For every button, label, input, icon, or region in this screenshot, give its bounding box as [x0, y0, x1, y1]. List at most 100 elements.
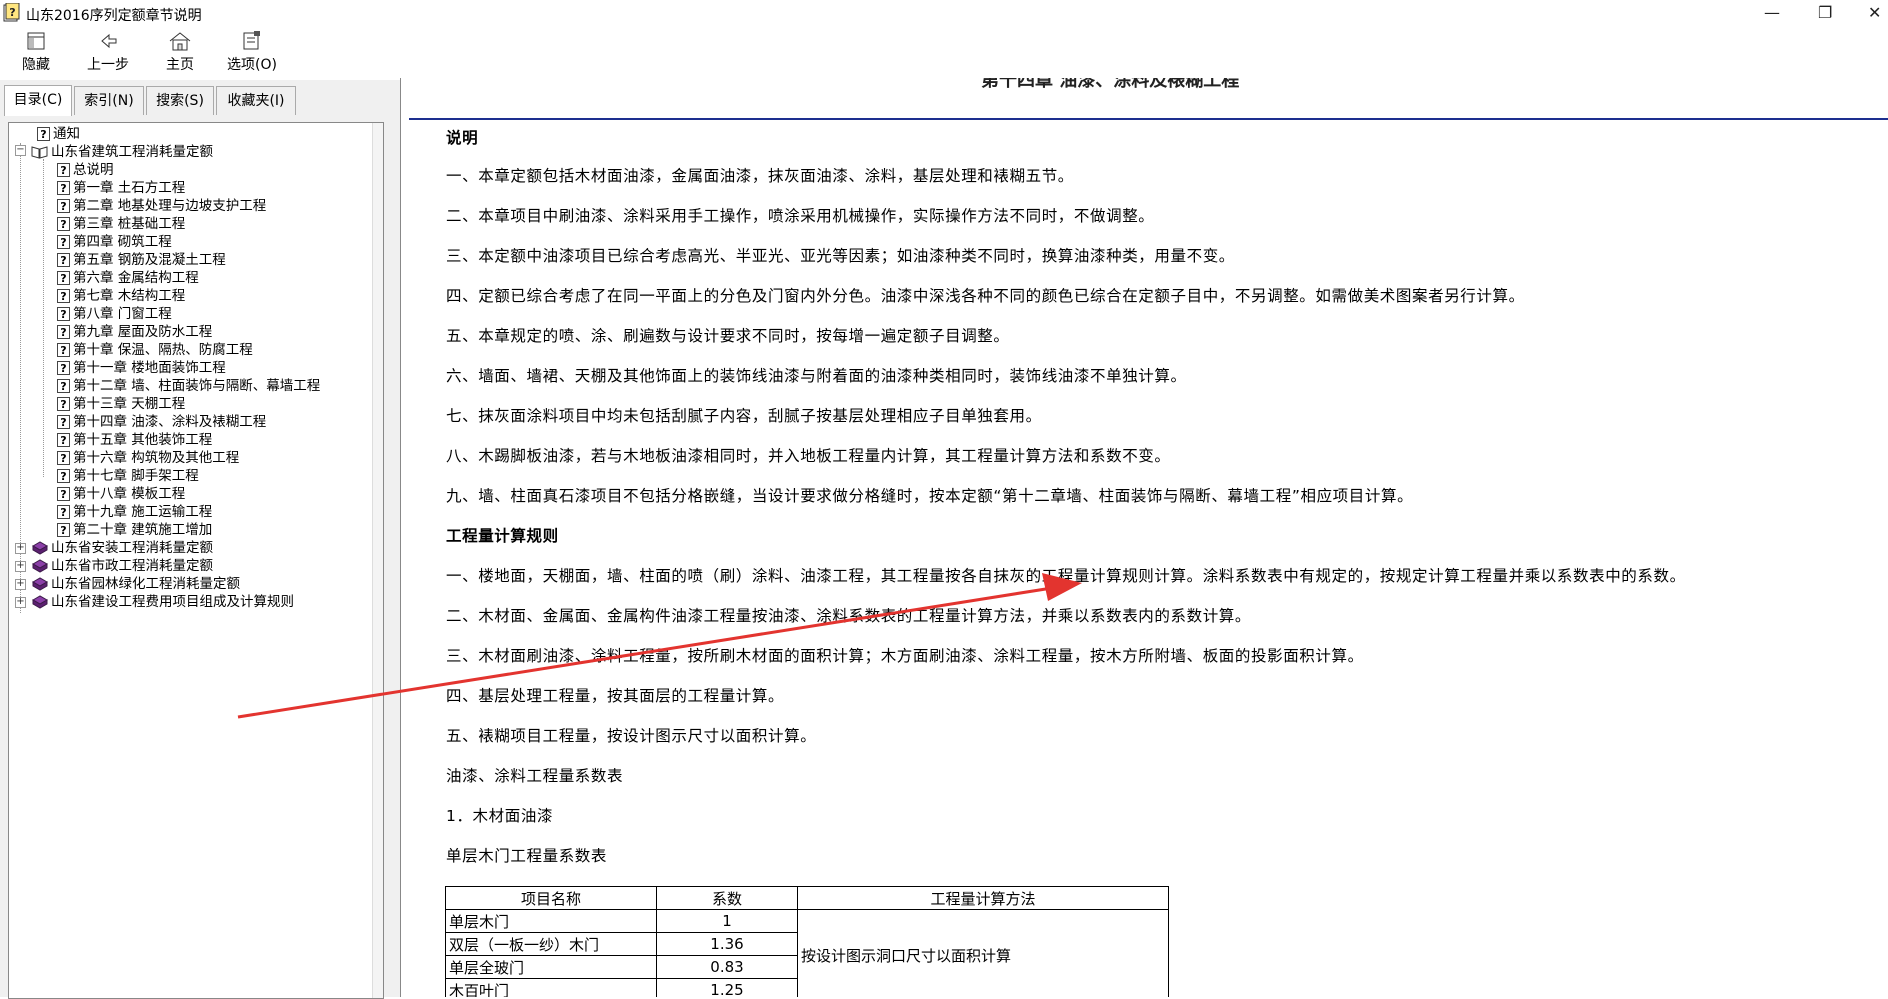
- tree-item-municipal-root[interactable]: 山东省市政工程消耗量定额: [31, 557, 213, 575]
- home-icon: [169, 32, 191, 51]
- tree-item-chapter[interactable]: ? 第二章 地基处理与边坡支护工程: [57, 197, 266, 215]
- tree-item-chapter[interactable]: ? 第八章 门窗工程: [57, 305, 172, 323]
- tree-item-cost-root[interactable]: 山东省建设工程费用项目组成及计算规则: [31, 593, 294, 611]
- rule-paragraph: 三、木材面刷油漆、涂料工程量，按所刷木材面的面积计算；木方面刷油漆、涂料工程量，…: [446, 647, 1364, 665]
- tree-item-chapter[interactable]: ? 第三章 桩基础工程: [57, 215, 185, 233]
- table-cell-coef: 1.36: [656, 932, 798, 956]
- tree-scrollbar[interactable]: [372, 123, 383, 998]
- tree-item-chapter[interactable]: ? 第十七章 脚手架工程: [57, 467, 199, 485]
- table-cell-method: 按设计图示洞口尺寸以面积计算: [797, 909, 1169, 997]
- tab-index[interactable]: 索引(N): [74, 86, 144, 115]
- table-caption: 单层木门工程量系数表: [446, 847, 608, 865]
- document-view[interactable]: 第十四章 油漆、涂料及裱糊工程 说明 一、本章定额包括木材面油漆，金属面油漆，抹…: [400, 78, 1888, 997]
- table-cell-name: 单层全玻门: [445, 955, 657, 979]
- tree-item-chapter[interactable]: ? 第十二章 墙、柱面装饰与隔断、幕墙工程: [57, 377, 320, 395]
- expand-icon[interactable]: +: [15, 597, 26, 608]
- collapse-icon[interactable]: −: [15, 145, 26, 156]
- table-cell-coef: 1: [656, 909, 798, 933]
- explain-paragraph: 八、木踢脚板油漆，若与木地板油漆相同时，并入地板工程量内计算，其工程量计算方法和…: [446, 447, 1171, 465]
- explain-paragraph: 二、本章项目中刷油漆、涂料采用手工操作，喷涂采用机械操作，实际操作方法不同时，不…: [446, 207, 1155, 225]
- tree-item-chapter[interactable]: ? 第六章 金属结构工程: [57, 269, 199, 287]
- help-page-icon: ?: [57, 217, 70, 231]
- tree-item-chapter[interactable]: ? 第十四章 油漆、涂料及裱糊工程: [57, 413, 266, 431]
- window-title: 山东2016序列定额章节说明: [26, 8, 202, 24]
- tree-item-chapter[interactable]: ? 第十一章 楼地面装饰工程: [57, 359, 226, 377]
- tree-item-chapter[interactable]: ? 第四章 砌筑工程: [57, 233, 172, 251]
- explain-paragraph: 五、本章规定的喷、涂、刷遍数与设计要求不同时，按每增一遍定额子目调整。: [446, 327, 1010, 345]
- help-page-icon: ?: [57, 253, 70, 267]
- subsection-title: 1．木材面油漆: [446, 807, 554, 825]
- explain-paragraph: 三、本定额中油漆项目已综合考虑高光、半亚光、亚光等因素；如油漆种类不同时，换算油…: [446, 247, 1235, 265]
- closed-book-icon: [31, 541, 48, 555]
- tree-item-chapter[interactable]: ? 第十三章 天棚工程: [57, 395, 185, 413]
- tree-item-chapter[interactable]: ? 第十章 保温、隔热、防腐工程: [57, 341, 253, 359]
- help-page-icon: ?: [57, 181, 70, 195]
- section-heading: 说明: [446, 129, 479, 147]
- help-page-icon: ?: [57, 433, 70, 447]
- help-page-icon: ?: [57, 397, 70, 411]
- table-header-cell: 系数: [656, 886, 798, 910]
- explain-paragraph: 六、墙面、墙裙、天棚及其他饰面上的装饰线油漆与附着面的油漆种类相同时，装饰线油漆…: [446, 367, 1187, 385]
- help-page-icon: ?: [57, 235, 70, 249]
- closed-book-icon: [31, 559, 48, 573]
- tree-item-chapter[interactable]: ? 第十九章 施工运输工程: [57, 503, 212, 521]
- restore-button[interactable]: ❐: [1818, 4, 1832, 22]
- tab-favorites[interactable]: 收藏夹(I): [216, 86, 296, 115]
- hide-label: 隐藏: [22, 57, 50, 73]
- table-header-cell: 项目名称: [445, 886, 657, 910]
- title-divider: [409, 118, 1888, 120]
- contents-tree[interactable]: ? 通知 − 山东省建筑工程消耗量定额 ? 总说明 ? 第一章 土石方工程 ? 第二章 …: [8, 122, 384, 999]
- table-cell-name: 单层木门: [445, 909, 657, 933]
- table-cell-name: 双层（一板一纱）木门: [445, 932, 657, 956]
- rule-paragraph: 四、基层处理工程量，按其面层的工程量计算。: [446, 687, 785, 705]
- open-book-icon: [31, 146, 48, 159]
- expand-icon[interactable]: +: [15, 561, 26, 572]
- tab-search[interactable]: 搜索(S): [146, 86, 214, 115]
- tree-item-chapter[interactable]: ? 第九章 屋面及防水工程: [57, 323, 212, 341]
- back-button[interactable]: 上一步: [82, 28, 134, 76]
- minimize-button[interactable]: —: [1764, 4, 1780, 22]
- help-page-icon: ?: [57, 325, 70, 339]
- tree-item-chapter[interactable]: ? 第十六章 构筑物及其他工程: [57, 449, 239, 467]
- options-label: 选项(O): [227, 57, 277, 73]
- tree-item-install-root[interactable]: 山东省安装工程消耗量定额: [31, 539, 213, 557]
- close-button[interactable]: ✕: [1868, 4, 1881, 22]
- help-page-icon: ?: [57, 307, 70, 321]
- table-header-row: 项目名称 系数 工程量计算方法: [445, 886, 1169, 910]
- expand-icon[interactable]: +: [15, 543, 26, 554]
- explain-paragraph: 一、本章定额包括木材面油漆，金属面油漆，抹灰面油漆、涂料，基层处理和裱糊五节。: [446, 167, 1074, 185]
- rule-paragraph: 一、楼地面，天棚面，墙、柱面的喷（刷）涂料、油漆工程，其工程量按各自抹灰的工程量…: [446, 567, 1686, 585]
- help-page-icon: ?: [57, 451, 70, 465]
- rule-paragraph: 二、木材面、金属面、金属构件油漆工程量按油漆、涂料系数表的工程量计算方法，并乘以…: [446, 607, 1252, 625]
- tree-item-chapter[interactable]: ? 第二十章 建筑施工增加: [57, 521, 212, 539]
- back-arrow-icon: [101, 33, 117, 49]
- tree-item-chapter[interactable]: ? 第一章 土石方工程: [57, 179, 185, 197]
- coef-table-heading: 油漆、涂料工程量系数表: [446, 767, 624, 785]
- table-cell-coef: 1.25: [656, 978, 798, 997]
- help-page-icon: ?: [37, 127, 50, 141]
- tree-item-chapter[interactable]: ? 第十八章 模板工程: [57, 485, 185, 503]
- explain-paragraph: 九、墙、柱面真石漆项目不包括分格嵌缝，当设计要求做分格缝时，按本定额“第十二章墙…: [446, 487, 1414, 505]
- home-button[interactable]: 主页: [160, 28, 200, 76]
- help-page-icon: ?: [57, 379, 70, 393]
- help-page-icon: ?: [57, 343, 70, 357]
- tree-item-chapter[interactable]: ? 第五章 钢筋及混凝土工程: [57, 251, 226, 269]
- tree-item-chapter[interactable]: ? 第十五章 其他装饰工程: [57, 431, 212, 449]
- help-page-icon: ?: [57, 469, 70, 483]
- table-cell-name: 木百叶门: [445, 978, 657, 997]
- tree-item-notice[interactable]: ? 通知: [37, 125, 80, 143]
- svg-text:?: ?: [9, 6, 15, 19]
- tree-item-landscape-root[interactable]: 山东省园林绿化工程消耗量定额: [31, 575, 240, 593]
- help-page-icon: ?: [57, 163, 70, 177]
- tree-item-building-root[interactable]: 山东省建筑工程消耗量定额: [31, 143, 213, 161]
- tree-item-chapter[interactable]: ? 第七章 木结构工程: [57, 287, 185, 305]
- closed-book-icon: [31, 577, 48, 591]
- toolbar: 隐藏 上一步 主页 选项(O): [0, 28, 1888, 78]
- expand-icon[interactable]: +: [15, 579, 26, 590]
- tree-item-chapter[interactable]: ? 总说明: [57, 161, 114, 179]
- hide-button[interactable]: 隐藏: [16, 28, 56, 76]
- options-button[interactable]: 选项(O): [224, 28, 280, 76]
- tab-contents[interactable]: 目录(C): [4, 85, 72, 116]
- help-page-icon: ?: [57, 289, 70, 303]
- title-bar: ? 山东2016序列定额章节说明 — ❐ ✕: [0, 0, 1888, 28]
